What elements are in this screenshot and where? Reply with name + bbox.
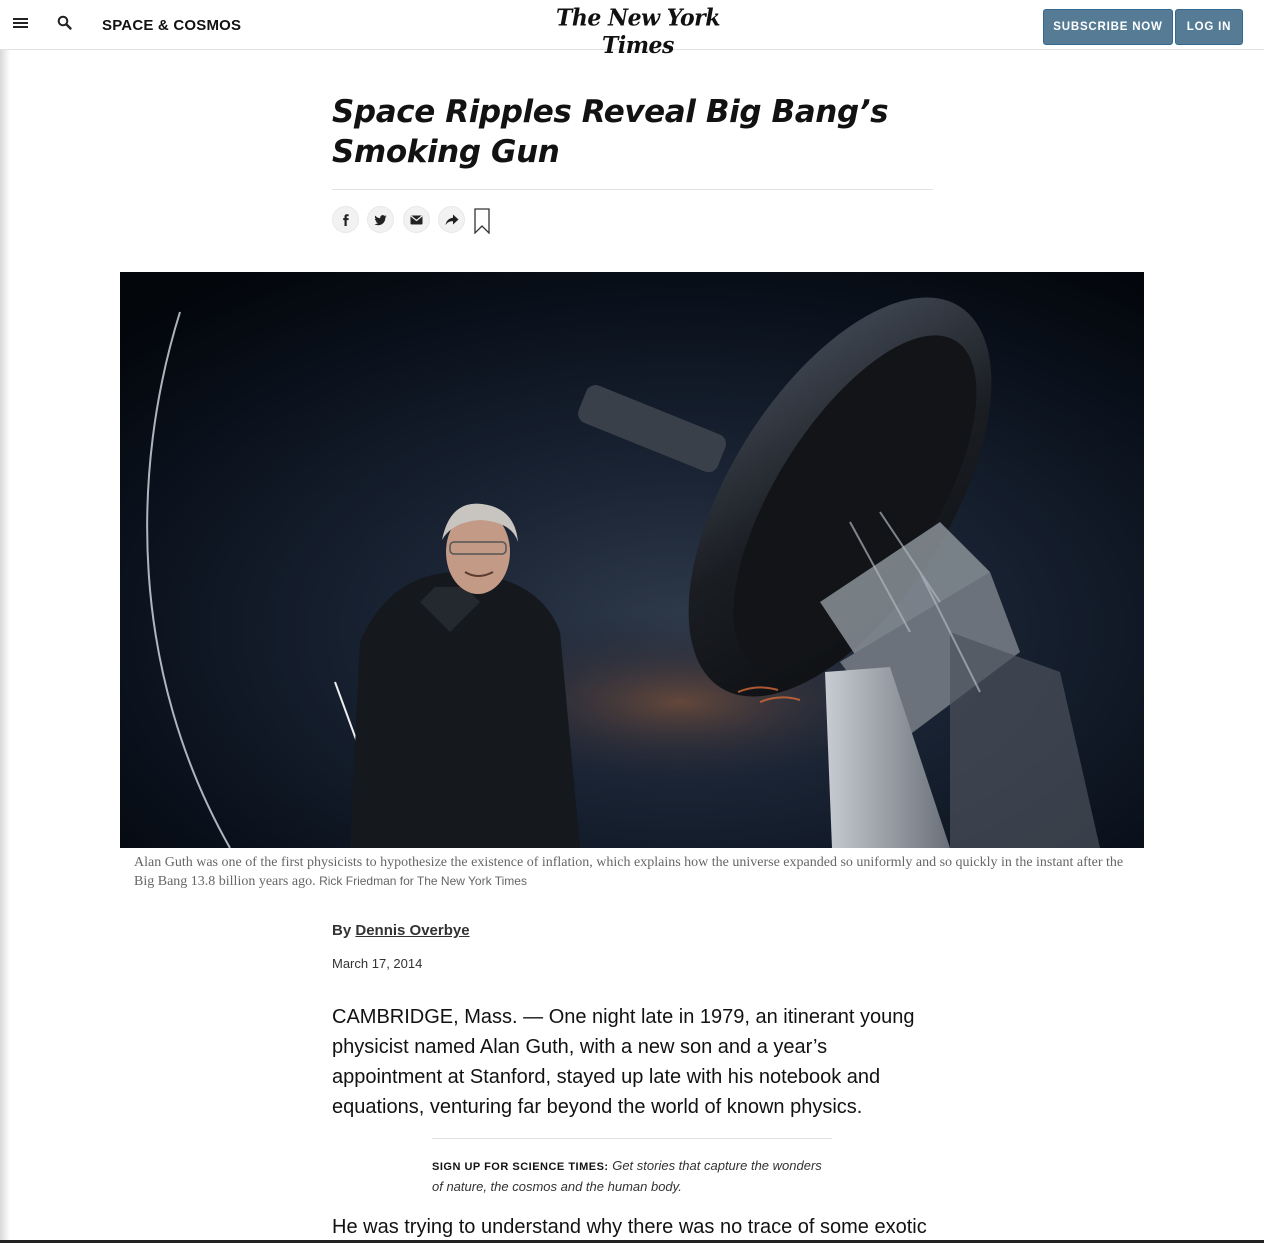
caption-text: Alan Guth was one of the first physicist… <box>134 855 1124 889</box>
author-link[interactable]: Dennis Overbye <box>355 922 469 939</box>
photo-caption: Alan Guth was one of the first physicist… <box>134 853 1124 891</box>
bookmark-icon[interactable] <box>474 208 490 235</box>
article-photo <box>120 272 1144 848</box>
twitter-icon[interactable] <box>367 206 394 233</box>
subscribe-button[interactable]: SUBSCRIBE NOW <box>1043 9 1173 45</box>
share-icon[interactable] <box>438 206 465 233</box>
masthead: SPACE & COSMOS The New York Times SUBSCR… <box>0 0 1264 59</box>
login-button[interactable]: LOG IN <box>1175 9 1243 45</box>
newsletter-signup[interactable]: SIGN UP FOR SCIENCE TIMES: Get stories t… <box>432 1138 832 1196</box>
signup-label[interactable]: SIGN UP FOR SCIENCE TIMES: <box>432 1161 609 1173</box>
section-link[interactable]: SPACE & COSMOS <box>102 17 241 34</box>
photo-credit: Rick Friedman for The New York Times <box>319 874 527 888</box>
page-edge-shadow <box>0 0 10 1243</box>
article-paragraph: He was trying to understand why there wa… <box>332 1216 927 1238</box>
article-paragraph: CAMBRIDGE, Mass. — One night late in 197… <box>332 1006 915 1118</box>
publish-date: March 17, 2014 <box>332 956 423 971</box>
facebook-icon[interactable] <box>332 206 359 233</box>
search-icon[interactable] <box>57 15 73 31</box>
nyt-logo[interactable]: The New York Times <box>543 5 733 60</box>
byline: By Dennis Overbye <box>332 922 470 939</box>
divider <box>332 189 933 190</box>
byline-prefix: By <box>332 922 352 939</box>
article-headline: Space Ripples Reveal Big Bang’s Smoking … <box>332 94 889 170</box>
email-icon[interactable] <box>403 206 430 233</box>
menu-icon[interactable] <box>13 18 28 29</box>
